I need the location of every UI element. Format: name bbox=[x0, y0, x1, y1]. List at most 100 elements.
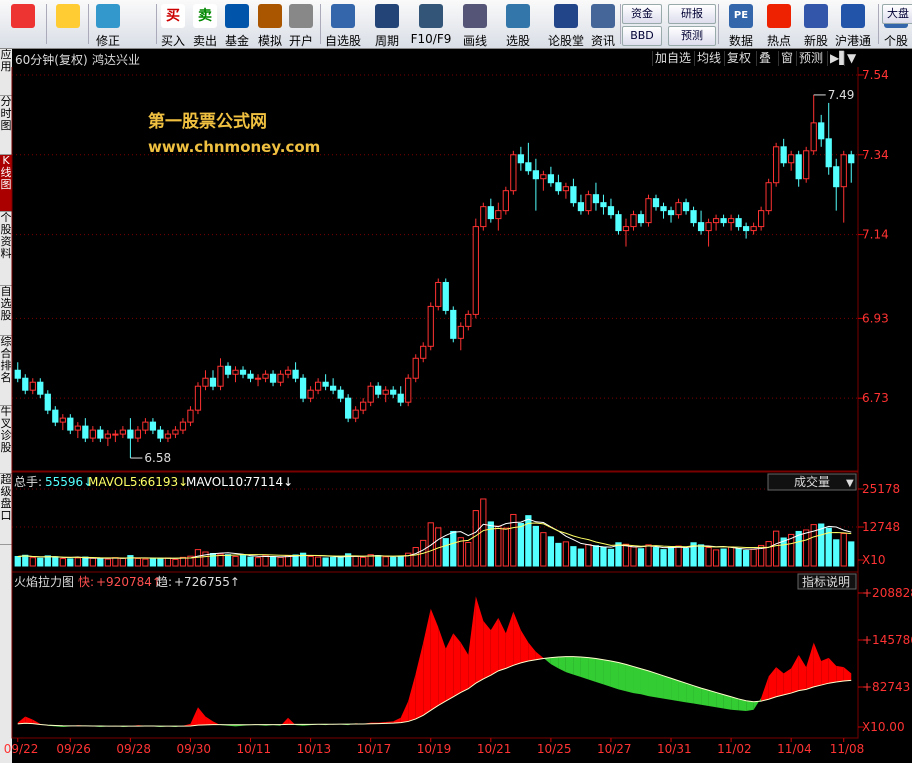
candle-body bbox=[397, 393, 404, 403]
candle-body bbox=[773, 146, 780, 184]
candle-body bbox=[52, 409, 59, 423]
candle-body bbox=[517, 154, 524, 164]
header-button[interactable]: 均线 bbox=[694, 51, 723, 66]
forum-button[interactable]: 论股堂 bbox=[546, 2, 586, 48]
toolbar-small-button[interactable]: 研报 bbox=[668, 4, 716, 24]
flame-segment bbox=[633, 666, 641, 695]
volume-bar bbox=[600, 546, 607, 567]
hk-button[interactable]: 沪港通 bbox=[834, 2, 872, 48]
ipo-button[interactable]: 新股 bbox=[800, 2, 832, 48]
candle-body bbox=[735, 218, 742, 228]
lock-button[interactable]: 开户 bbox=[285, 2, 317, 48]
back-arrow-button[interactable] bbox=[48, 2, 88, 46]
volume-bar bbox=[134, 558, 142, 567]
header-button[interactable]: 预测 bbox=[796, 51, 825, 66]
candle-body bbox=[712, 218, 720, 224]
flame-segment bbox=[197, 707, 206, 726]
flame-segment bbox=[408, 673, 416, 722]
flame-segment bbox=[595, 658, 604, 685]
volume-bar bbox=[247, 556, 254, 567]
candle-body bbox=[758, 210, 765, 228]
toolbar-label: 热点 bbox=[766, 34, 791, 48]
candle-body bbox=[510, 154, 517, 192]
toolbar-small-button[interactable]: 大盘 bbox=[882, 4, 912, 24]
toolbar-small-button[interactable]: BBD bbox=[622, 26, 662, 46]
modify-icon bbox=[96, 4, 120, 28]
select-button[interactable]: 选股 bbox=[498, 2, 538, 48]
flame-segment bbox=[460, 642, 469, 693]
flame-segment bbox=[445, 633, 454, 702]
toolbar-small-button[interactable]: 资金 bbox=[622, 4, 662, 24]
toolbar-small-button[interactable]: 预测 bbox=[668, 26, 716, 46]
watermark-title: 第一股票公式网 bbox=[148, 111, 267, 132]
candle-body bbox=[367, 385, 374, 403]
volume-bar bbox=[112, 557, 119, 567]
flame-segment bbox=[768, 667, 777, 700]
candle-body bbox=[29, 381, 36, 391]
candles bbox=[14, 94, 855, 459]
candle-body bbox=[299, 377, 307, 399]
volume-bar bbox=[307, 555, 314, 567]
sell-button[interactable]: 卖卖出 bbox=[190, 2, 220, 48]
volume-bar bbox=[44, 555, 51, 567]
star-button[interactable]: 自选股 bbox=[322, 2, 364, 48]
x-tick-label: 11/08 bbox=[830, 742, 865, 756]
indicator-name: 火焰拉力图 bbox=[14, 574, 74, 589]
candle-body bbox=[727, 218, 735, 224]
volume-bar bbox=[750, 548, 757, 567]
flame-segment bbox=[693, 685, 702, 705]
toolbar-label: 选股 bbox=[505, 34, 530, 48]
candle-body bbox=[607, 206, 615, 216]
volume-bar bbox=[630, 546, 637, 567]
buy-button[interactable]: 买买入 bbox=[158, 2, 188, 48]
candle-body bbox=[682, 202, 690, 212]
pencil-button[interactable]: 画线 bbox=[456, 2, 494, 48]
news-button[interactable]: 资讯 bbox=[588, 2, 618, 48]
volume-bar bbox=[164, 557, 172, 567]
toolbar-label: 基金 bbox=[224, 34, 249, 48]
pencil-icon bbox=[463, 4, 487, 28]
windows-button[interactable] bbox=[2, 2, 44, 46]
flame-segment bbox=[438, 627, 446, 706]
fund-button[interactable]: 基金 bbox=[222, 2, 252, 48]
toolbar-label: 画线 bbox=[462, 34, 487, 48]
volume-bar bbox=[330, 556, 337, 567]
clock-button[interactable]: 周期 bbox=[368, 2, 406, 48]
toolbar-label: 卖出 bbox=[192, 34, 217, 48]
candle-body bbox=[795, 154, 802, 180]
candle-body bbox=[615, 214, 622, 232]
candle-body bbox=[232, 369, 239, 375]
volume-bar bbox=[127, 555, 134, 567]
flame-segment bbox=[580, 656, 589, 680]
candle-body bbox=[472, 226, 479, 315]
modify-button[interactable]: 修正 bbox=[90, 2, 126, 48]
indicator-tick-label: +208828 bbox=[862, 586, 912, 600]
candle-body bbox=[112, 433, 119, 436]
flame-segment bbox=[528, 642, 536, 661]
x-tick-label: 10/13 bbox=[297, 742, 332, 756]
header-button[interactable]: 加自选 bbox=[652, 51, 693, 66]
candle-body bbox=[495, 210, 502, 220]
pe-button[interactable]: PE 数据 bbox=[722, 2, 760, 48]
hot-button[interactable]: 热点 bbox=[762, 2, 796, 48]
f10-button[interactable]: F10/F9 bbox=[410, 2, 452, 46]
chevron-down-icon: ▼ bbox=[846, 478, 854, 489]
candle-body bbox=[352, 409, 359, 419]
toolbar-separator bbox=[878, 4, 879, 44]
fast-label: 快: bbox=[78, 575, 94, 589]
volume-bar bbox=[585, 544, 592, 567]
volume-bar bbox=[615, 542, 622, 567]
toolbar-separator bbox=[620, 4, 621, 44]
header-button[interactable]: 窗 bbox=[778, 51, 795, 66]
header-button[interactable]: 叠 bbox=[756, 51, 773, 66]
volume-bar bbox=[532, 525, 539, 567]
flame-segment bbox=[603, 659, 611, 687]
volume-bar bbox=[59, 558, 66, 567]
flame-segment bbox=[828, 657, 837, 684]
chevron-down-icon[interactable]: ▼ bbox=[844, 51, 858, 66]
flame-segment bbox=[708, 690, 717, 708]
header-button[interactable]: 复权 bbox=[724, 51, 753, 66]
x-tick-label: 09/26 bbox=[56, 742, 91, 756]
candle-body bbox=[803, 150, 810, 180]
simulate-button[interactable]: 模拟 bbox=[255, 2, 285, 48]
